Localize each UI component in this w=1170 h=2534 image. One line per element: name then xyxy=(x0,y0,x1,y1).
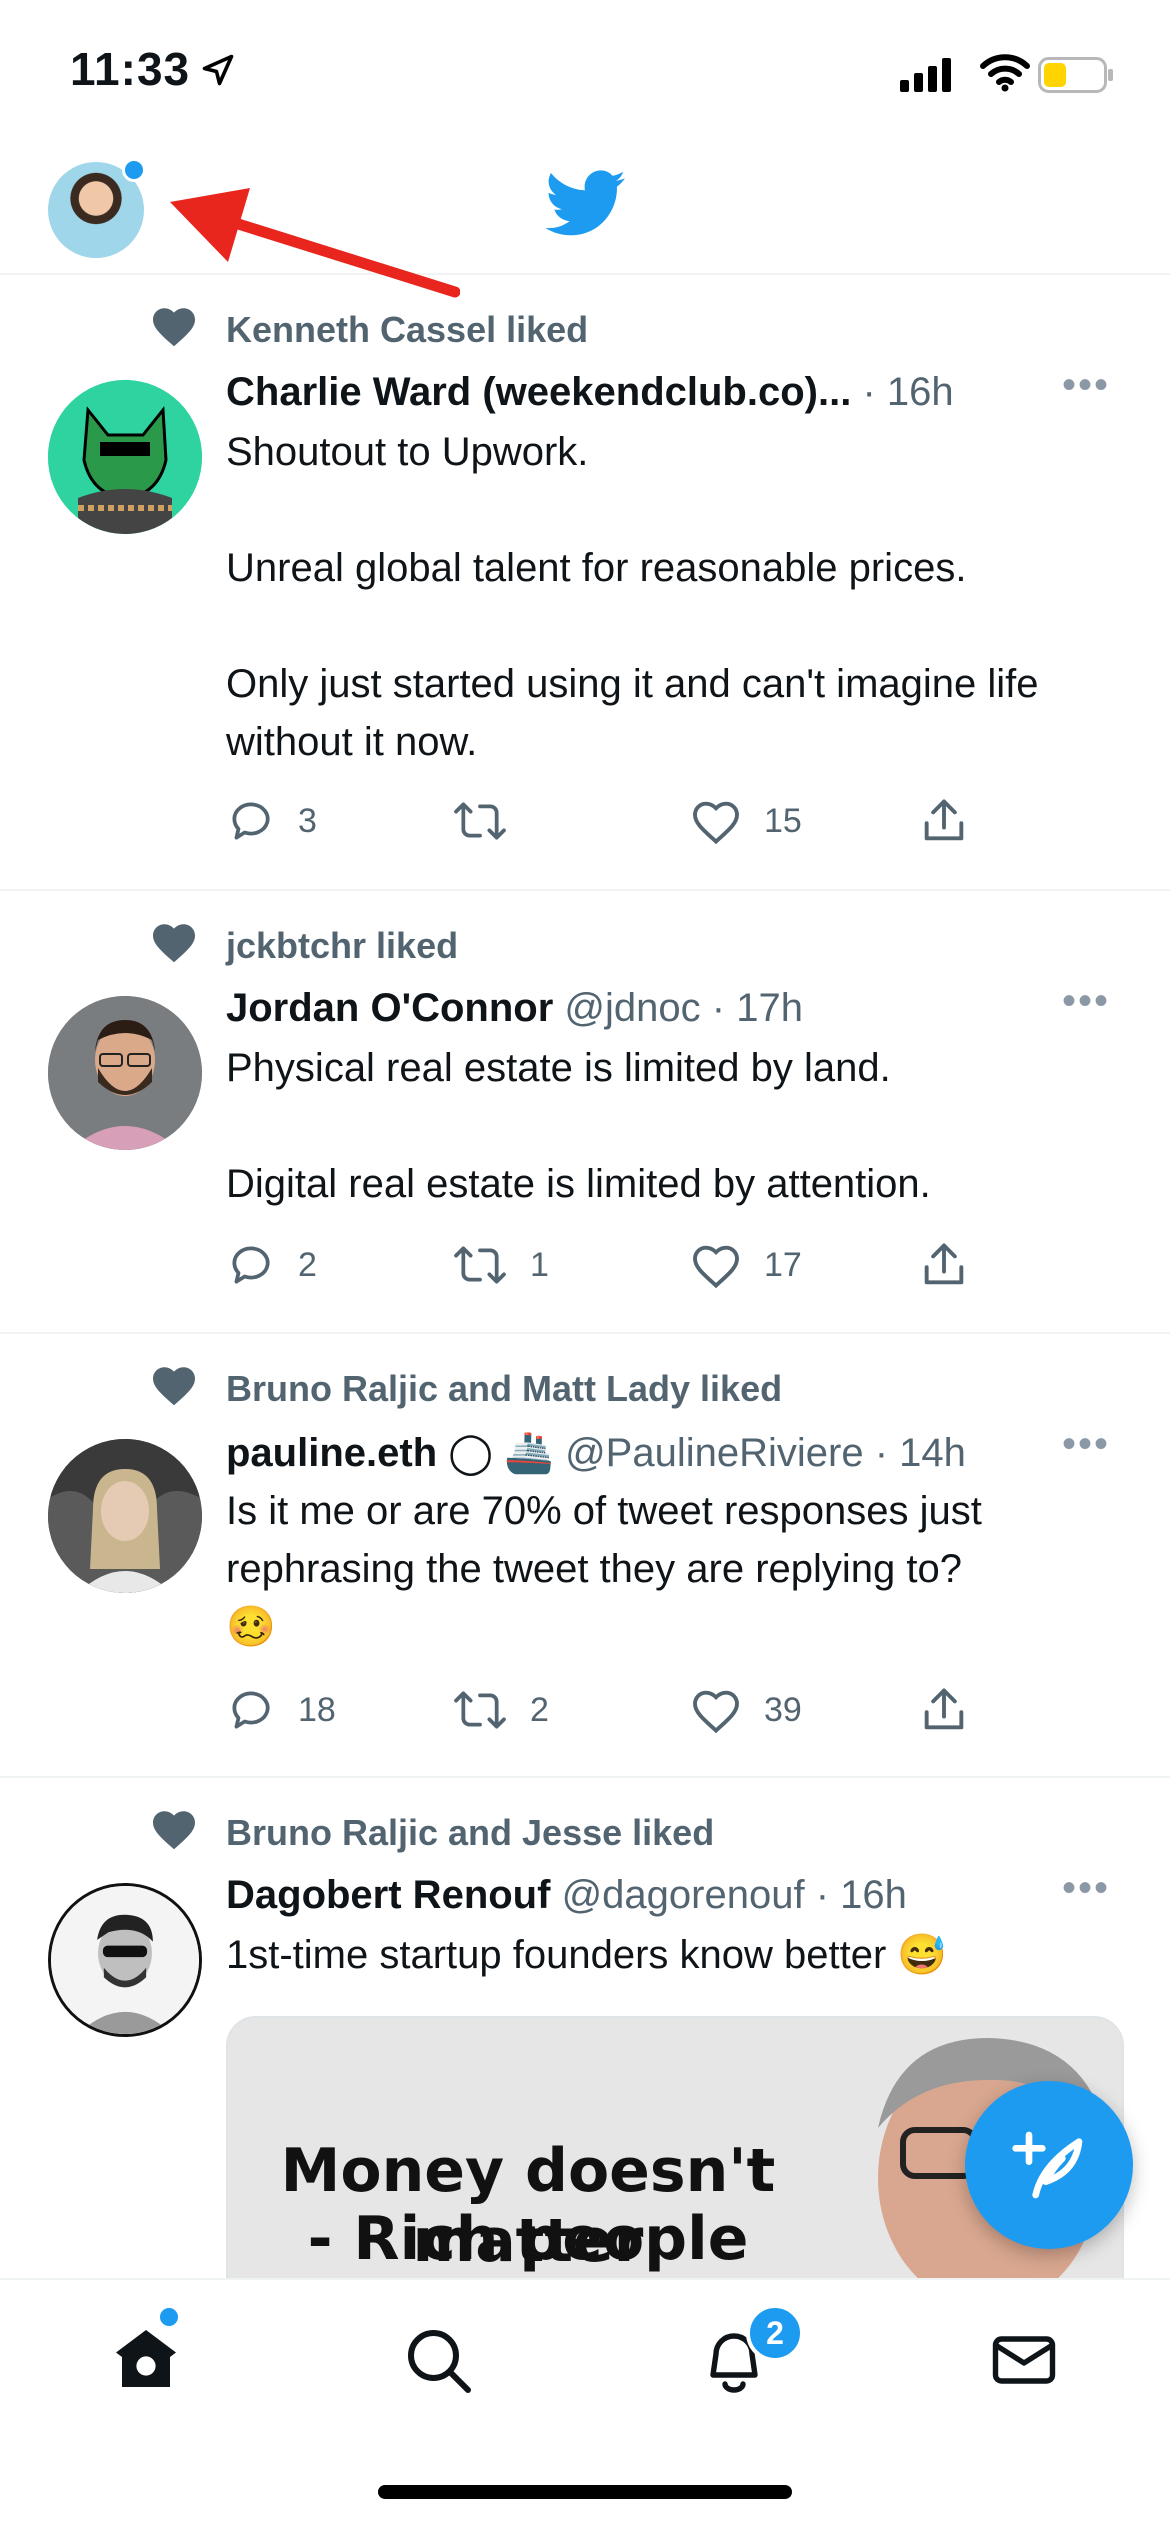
heart-icon xyxy=(693,1245,739,1289)
nft-avatar-image xyxy=(48,380,202,534)
notifications-badge: 2 xyxy=(746,2304,804,2362)
retweet-button[interactable] xyxy=(452,791,530,851)
twitter-bird-icon[interactable] xyxy=(545,170,627,238)
tweet-text: 1st-time startup founders know better 😅 xyxy=(226,1933,948,1977)
share-icon xyxy=(924,799,964,841)
reply-count: 2 xyxy=(298,1245,317,1284)
liked-by-text: jckbtchr liked xyxy=(226,925,459,966)
reply-button[interactable]: 3 xyxy=(226,791,317,851)
author-name[interactable]: Dagobert Renouf xyxy=(226,1873,550,1917)
tweet[interactable]: Kenneth Cassel liked Charlie Ward (weeke… xyxy=(0,273,1170,891)
author-handle[interactable]: @PaulineRiviere xyxy=(565,1431,864,1475)
retweet-icon xyxy=(454,1691,506,1729)
person-photo-avatar xyxy=(51,1886,199,2034)
liked-by-text: Bruno Raljic and Matt Lady liked xyxy=(226,1368,783,1409)
more-options-icon[interactable]: ••• xyxy=(1062,1866,1110,1911)
home-icon[interactable] xyxy=(110,2324,182,2396)
avatar[interactable] xyxy=(48,996,202,1150)
share-button[interactable] xyxy=(918,791,970,851)
reply-icon xyxy=(232,1246,270,1284)
like-count: 15 xyxy=(764,801,802,840)
tweet-time[interactable]: · 16h xyxy=(816,1873,907,1917)
tweet-time[interactable]: · 17h xyxy=(712,986,803,1030)
retweet-count: 2 xyxy=(530,1690,549,1729)
retweet-button[interactable]: 1 xyxy=(452,1235,549,1295)
tweet-text: Physical real estate is limited by land.… xyxy=(226,1046,931,1206)
wifi-icon xyxy=(980,54,1030,92)
heart-icon xyxy=(693,1690,739,1734)
name-emoji: ◯ 🚢 xyxy=(448,1431,554,1475)
compose-feather-icon xyxy=(1012,2131,1083,2199)
tweet-actions: 18 2 39 xyxy=(226,1680,1046,1740)
retweet-icon xyxy=(454,802,506,840)
unread-dot xyxy=(122,158,146,182)
more-options-icon[interactable]: ••• xyxy=(1062,363,1110,408)
tweet-text: Is it me or are 70% of tweet responses j… xyxy=(226,1489,982,1649)
like-button[interactable]: 15 xyxy=(690,791,802,851)
home-indicator[interactable] xyxy=(378,2485,792,2499)
tweet-actions: 3 15 xyxy=(226,791,1046,851)
tweet-actions: 2 1 17 xyxy=(226,1235,1046,1295)
tweet-header: Dagobert Renouf @dagorenouf · 16h xyxy=(226,1873,907,1918)
more-options-icon[interactable]: ••• xyxy=(1062,1422,1110,1467)
avatar[interactable] xyxy=(48,1883,202,2037)
tweet[interactable]: jckbtchr liked Jordan O'Connor @jdnoc · … xyxy=(0,889,1170,1334)
author-name[interactable]: Jordan O'Connor xyxy=(226,986,553,1030)
tweet-text: Shoutout to Upwork. Unreal global talent… xyxy=(226,430,1039,764)
more-options-icon[interactable]: ••• xyxy=(1062,979,1110,1024)
retweet-icon xyxy=(454,1246,506,1284)
share-button[interactable] xyxy=(918,1680,970,1740)
heart-filled-icon xyxy=(153,308,195,347)
heart-filled-icon xyxy=(153,1811,195,1850)
reply-button[interactable]: 18 xyxy=(226,1680,336,1740)
reply-icon xyxy=(232,1691,270,1729)
location-arrow-icon xyxy=(202,54,234,86)
reply-count: 18 xyxy=(298,1690,336,1729)
home-unread-dot xyxy=(160,2308,178,2326)
like-button[interactable]: 39 xyxy=(690,1680,802,1740)
liked-by-text: Kenneth Cassel liked xyxy=(226,309,589,350)
tweet[interactable]: Bruno Raljic and Matt Lady liked pauline… xyxy=(0,1332,1170,1778)
tweet-time[interactable]: · 16h xyxy=(862,370,953,414)
reply-icon xyxy=(232,802,270,840)
person-photo-avatar xyxy=(48,1439,202,1593)
liked-by-text: Bruno Raljic and Jesse liked xyxy=(226,1812,715,1853)
tweet-header: Charlie Ward (weekendclub.co)... · 16h xyxy=(226,370,954,415)
reply-count: 3 xyxy=(298,801,317,840)
avatar[interactable] xyxy=(48,1439,202,1593)
messages-envelope-icon[interactable] xyxy=(988,2324,1060,2396)
tweet-time[interactable]: · 14h xyxy=(875,1431,966,1475)
meme-caption-line2: - Rich people xyxy=(307,2204,749,2274)
author-name[interactable]: pauline.eth xyxy=(226,1431,437,1475)
avatar[interactable] xyxy=(48,380,202,534)
status-time: 11:33 xyxy=(70,43,191,95)
reply-button[interactable]: 2 xyxy=(226,1235,317,1295)
like-count: 39 xyxy=(764,1690,802,1729)
status-bar: 11:33 xyxy=(0,0,1170,140)
search-icon[interactable] xyxy=(402,2324,474,2396)
like-button[interactable]: 17 xyxy=(690,1235,802,1295)
like-count: 17 xyxy=(764,1245,802,1284)
cellular-signal-icon xyxy=(900,58,951,92)
heart-filled-icon xyxy=(153,1367,195,1406)
heart-filled-icon xyxy=(153,924,195,963)
share-icon xyxy=(924,1243,964,1285)
top-header xyxy=(0,140,1170,298)
tweet-header: Jordan O'Connor @jdnoc · 17h xyxy=(226,986,803,1031)
retweet-button[interactable]: 2 xyxy=(452,1680,549,1740)
share-button[interactable] xyxy=(918,1235,970,1295)
author-handle[interactable]: @dagorenouf xyxy=(562,1873,805,1917)
compose-tweet-button[interactable] xyxy=(965,2081,1133,2249)
person-photo-avatar xyxy=(48,996,202,1150)
tweet-header: pauline.eth ◯ 🚢 @PaulineRiviere · 14h xyxy=(226,1429,966,1476)
author-handle[interactable]: @jdnoc xyxy=(564,986,700,1030)
share-icon xyxy=(924,1688,964,1730)
battery-icon xyxy=(1038,57,1113,93)
heart-icon xyxy=(693,801,739,845)
author-name[interactable]: Charlie Ward (weekendclub.co)... xyxy=(226,370,851,414)
retweet-count: 1 xyxy=(530,1245,549,1284)
